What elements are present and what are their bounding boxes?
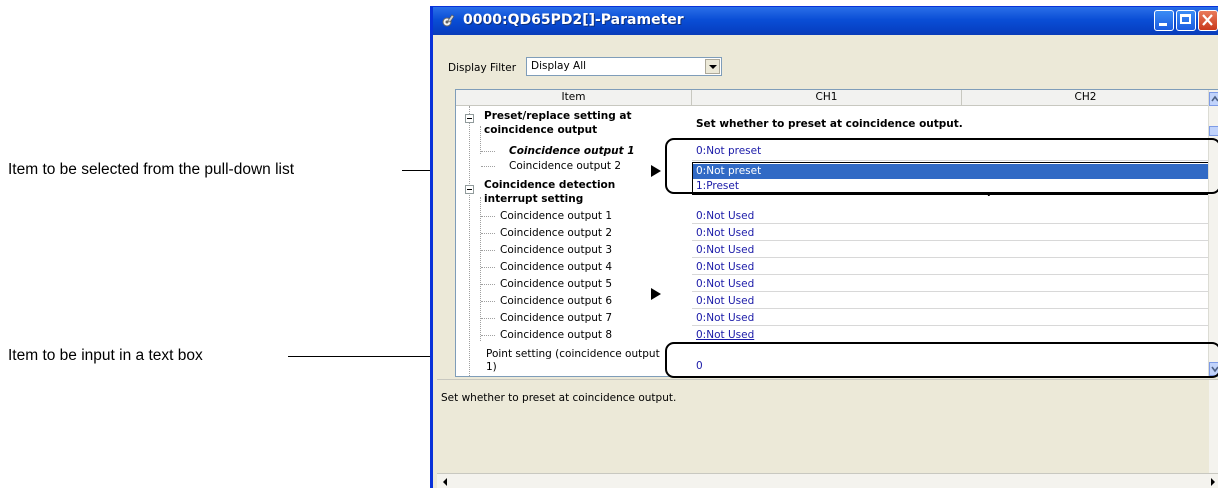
parameter-window: 0000:QD65PD2[]-Parameter Display Filter … xyxy=(430,6,1218,488)
interrupt-row-label[interactable]: Coincidence output 2 xyxy=(500,227,612,239)
pulldown-annotation: Item to be selected from the pull-down l… xyxy=(8,161,295,178)
scroll-left-icon[interactable] xyxy=(443,478,447,486)
section-title-interrupt: Coincidence detection xyxy=(484,179,616,191)
preset-row-coincidence-output-2[interactable]: Coincidence output 2 xyxy=(509,160,621,172)
tree-connector xyxy=(481,216,495,217)
interrupt-row-value[interactable]: 0:Not Used xyxy=(692,225,1218,241)
pulldown-highlight-frame xyxy=(665,138,1218,194)
interrupt-row-value[interactable]: 0:Not Used xyxy=(692,259,1218,275)
interrupt-row-label[interactable]: Coincidence output 6 xyxy=(500,295,612,307)
section-title-preset: Preset/replace setting at xyxy=(484,110,632,122)
grid-vertical-scrollbar[interactable] xyxy=(1208,90,1218,376)
close-button[interactable] xyxy=(1198,10,1218,31)
tree-connector xyxy=(481,250,495,251)
close-icon xyxy=(1202,14,1213,26)
interrupt-row-value[interactable]: 0:Not Used xyxy=(692,327,1218,343)
tree-connector xyxy=(481,233,495,234)
tree-connector xyxy=(481,301,495,302)
collapse-toggle-preset[interactable] xyxy=(465,114,474,123)
tree-connector xyxy=(469,106,470,376)
textbox-highlight-frame xyxy=(665,342,1218,378)
minus-icon xyxy=(467,118,472,119)
interrupt-row-label[interactable]: Coincidence output 3 xyxy=(500,244,612,256)
tree-connector xyxy=(481,335,495,336)
interrupt-row-value[interactable]: 0:Not Used xyxy=(692,310,1218,326)
tree-connector xyxy=(480,126,481,154)
tree-connector xyxy=(481,166,495,167)
minimize-button[interactable] xyxy=(1154,10,1174,31)
section-description-preset: Set whether to preset at coincidence out… xyxy=(696,118,963,130)
minimize-icon xyxy=(1159,23,1167,26)
scroll-up-button[interactable] xyxy=(1209,92,1218,106)
interrupt-row-label[interactable]: Coincidence output 8 xyxy=(500,329,612,341)
display-filter-dropdown-button[interactable] xyxy=(705,59,720,74)
tree-connector xyxy=(481,284,495,285)
column-header-ch2[interactable]: CH2 xyxy=(962,90,1210,106)
tree-connector xyxy=(480,197,481,341)
column-header-ch1[interactable]: CH1 xyxy=(692,90,962,106)
gear-wrench-icon xyxy=(442,14,455,27)
minus-icon xyxy=(467,189,472,190)
parameter-grid: Item CH1 CH2 Preset/replace setting at c… xyxy=(455,89,1218,377)
window-title: 0000:QD65PD2[]-Parameter xyxy=(463,12,684,28)
scroll-thumb[interactable] xyxy=(1209,126,1218,136)
tree-connector xyxy=(481,318,495,319)
preset-row-coincidence-output-1[interactable]: Coincidence output 1 xyxy=(509,145,635,157)
title-bar[interactable]: 0000:QD65PD2[]-Parameter xyxy=(433,7,1218,35)
tree-connector xyxy=(481,151,495,152)
display-filter-value: Display All xyxy=(531,60,587,72)
row-pointer-arrow xyxy=(651,288,661,300)
description-pane: Set whether to preset at coincidence out… xyxy=(437,379,1218,474)
section-title-interrupt-line2: interrupt setting xyxy=(484,193,584,205)
point-setting-label[interactable]: Point setting (coincidence output xyxy=(486,348,660,360)
chevron-down-icon xyxy=(709,65,717,69)
scroll-right-icon[interactable] xyxy=(1211,478,1215,486)
interrupt-row-value[interactable]: 0:Not Used xyxy=(692,293,1218,309)
interrupt-row-label[interactable]: Coincidence output 4 xyxy=(500,261,612,273)
display-filter-select[interactable]: Display All xyxy=(526,57,722,76)
horizontal-scrollbar[interactable] xyxy=(437,473,1218,488)
tree-connector xyxy=(481,267,495,268)
point-setting-label-line2: 1) xyxy=(486,361,497,373)
section-title-preset-line2: coincidence output xyxy=(484,124,598,136)
pulldown-pointer-arrow xyxy=(651,165,661,177)
interrupt-row-label[interactable]: Coincidence output 5 xyxy=(500,278,612,290)
display-filter-label: Display Filter xyxy=(448,62,517,74)
textbox-annotation: Item to be input in a text box xyxy=(8,347,203,364)
collapse-toggle-interrupt[interactable] xyxy=(465,185,474,194)
maximize-icon xyxy=(1180,14,1191,24)
column-header-item[interactable]: Item xyxy=(456,90,692,106)
interrupt-row-label[interactable]: Coincidence output 1 xyxy=(500,210,612,222)
description-text: Set whether to preset at coincidence out… xyxy=(441,392,677,404)
maximize-button[interactable] xyxy=(1176,10,1196,31)
interrupt-row-value[interactable]: 0:Not Used xyxy=(692,208,1218,224)
chevron-up-icon xyxy=(1211,95,1218,102)
description-scrollbar[interactable] xyxy=(1209,380,1218,474)
interrupt-row-label[interactable]: Coincidence output 7 xyxy=(500,312,612,324)
interrupt-row-value[interactable]: 0:Not Used xyxy=(692,242,1218,258)
interrupt-row-value[interactable]: 0:Not Used xyxy=(692,276,1218,292)
